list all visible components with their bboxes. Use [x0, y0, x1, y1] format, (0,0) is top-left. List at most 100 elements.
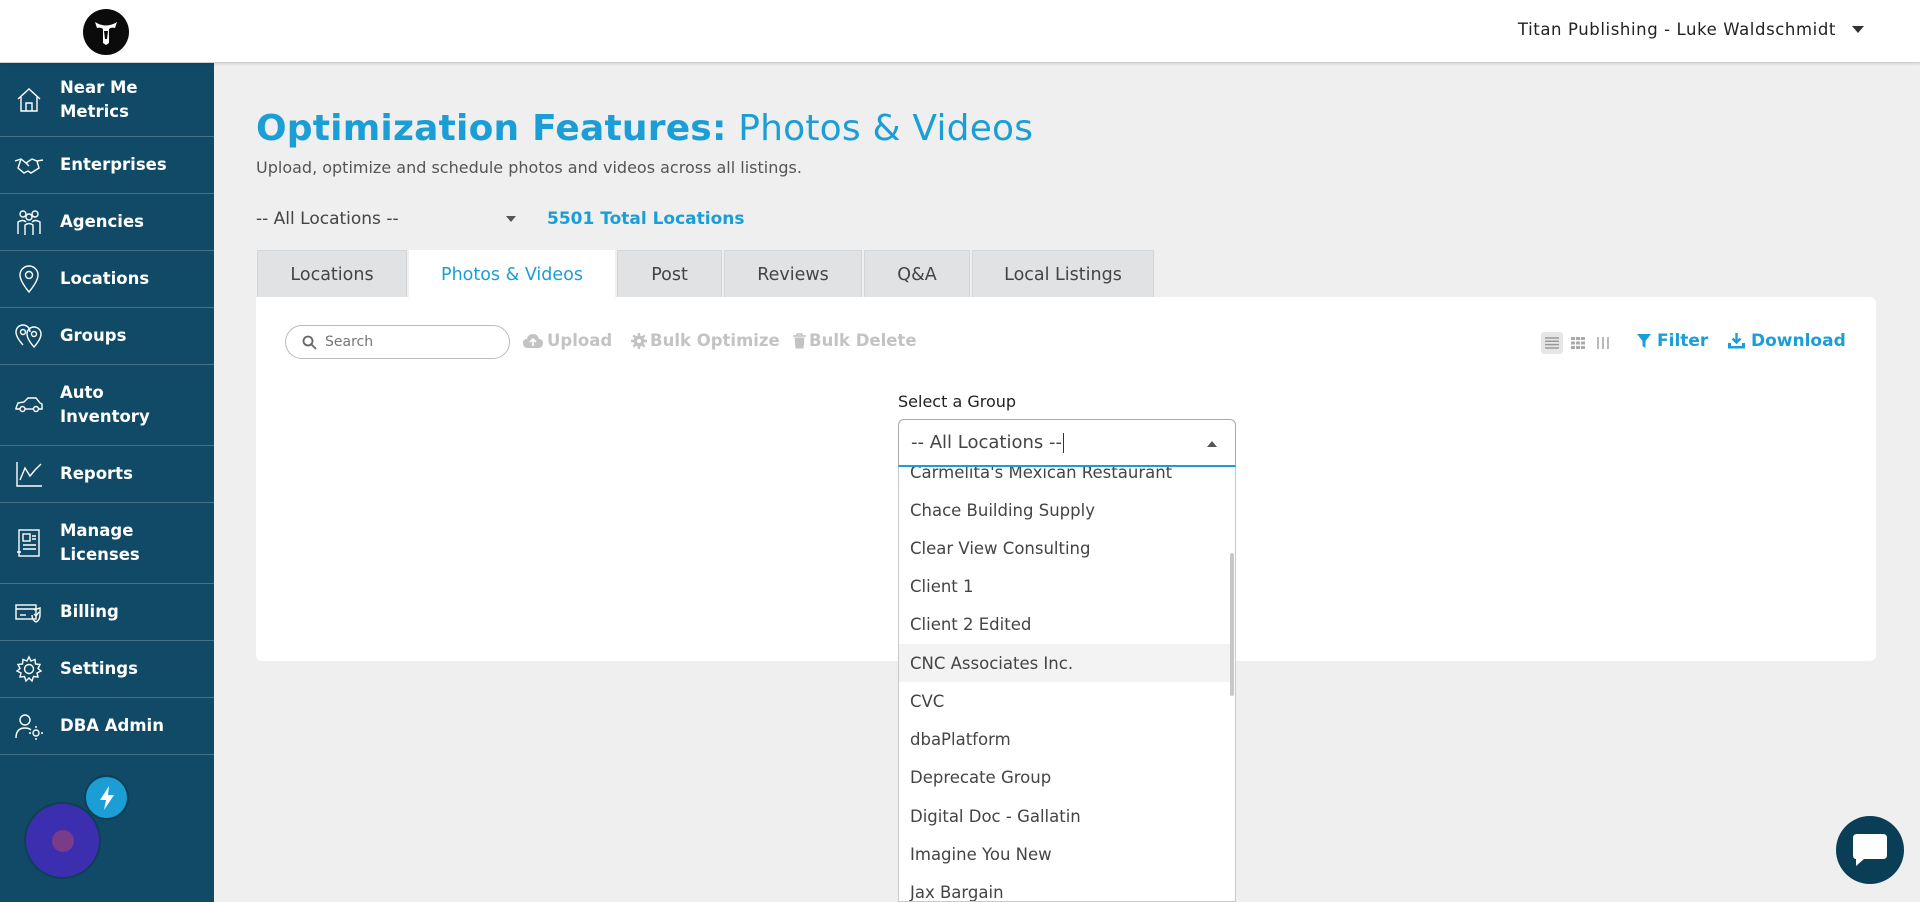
- dropdown-scrollbar[interactable]: [1230, 553, 1234, 696]
- account-menu[interactable]: Titan Publishing - Luke Waldschmidt: [1518, 20, 1864, 39]
- sidebar-item-manage-licenses[interactable]: Manage Licenses: [0, 503, 214, 584]
- orb-dot-icon: [51, 829, 74, 852]
- sidebar-item-label: Groups: [60, 326, 127, 345]
- top-bar: Titan Publishing - Luke Waldschmidt: [0, 0, 1920, 63]
- list-item[interactable]: Deprecate Group: [899, 758, 1231, 796]
- sidebar-item-groups[interactable]: Groups: [0, 308, 214, 365]
- chart-icon: [14, 459, 44, 489]
- download-icon: [1728, 333, 1745, 349]
- filter-icon: [1637, 333, 1651, 348]
- list-item[interactable]: Client 2 Edited: [899, 605, 1231, 643]
- sidebar-item-billing[interactable]: Billing: [0, 584, 214, 641]
- group-select-value: -- All Locations --: [911, 432, 1062, 453]
- bulk-optimize-button[interactable]: Bulk Optimize: [631, 331, 780, 350]
- car-icon: [14, 390, 44, 420]
- list-item[interactable]: dbaPlatform: [899, 720, 1231, 758]
- column-view-toggle[interactable]: [1592, 332, 1614, 354]
- list-item[interactable]: Carmelita's Mexican Restaurant: [899, 467, 1231, 491]
- map-pin-icon: [14, 264, 44, 294]
- list-item-highlighted[interactable]: CNC Associates Inc.: [899, 644, 1231, 682]
- sidebar-item-label: Billing: [60, 602, 119, 621]
- tab-local-listings[interactable]: Local Listings: [972, 250, 1154, 298]
- download-label: Download: [1751, 331, 1846, 351]
- license-icon: [14, 528, 44, 558]
- trash-icon: [793, 332, 806, 348]
- list-item[interactable]: Client 1: [899, 567, 1231, 605]
- tab-photos-videos[interactable]: Photos & Videos: [409, 250, 615, 298]
- list-item[interactable]: Clear View Consulting: [899, 529, 1231, 567]
- bulk-delete-label: Bulk Delete: [809, 331, 917, 350]
- location-select-value: -- All Locations --: [256, 209, 399, 229]
- list-item[interactable]: CVC: [899, 682, 1231, 720]
- billing-icon: [14, 597, 44, 627]
- handshake-icon: [14, 150, 44, 180]
- upload-button[interactable]: Upload: [522, 331, 612, 350]
- sidebar-item-label: Manage Licenses: [60, 521, 140, 564]
- sidebar-item-label: Enterprises: [60, 155, 167, 174]
- filter-button[interactable]: Filter: [1637, 331, 1708, 351]
- group-dropdown-list[interactable]: Carmelita's Mexican Restaurant Chace Bui…: [898, 467, 1236, 902]
- sidebar-item-label: Locations: [60, 269, 150, 288]
- sidebar-item-agencies[interactable]: Agencies: [0, 194, 214, 251]
- sidebar-item-label: Near Me Metrics: [60, 77, 138, 121]
- search-input[interactable]: [325, 334, 495, 350]
- cloud-upload-icon: [523, 333, 543, 348]
- admin-user-icon: [14, 711, 44, 741]
- lightning-icon: [99, 785, 114, 810]
- upload-label: Upload: [547, 331, 613, 350]
- sidebar-item-label: Settings: [60, 659, 138, 678]
- sidebar-item-label: DBA Admin: [60, 716, 164, 735]
- bulk-optimize-label: Bulk Optimize: [650, 331, 780, 350]
- list-item[interactable]: Imagine You New: [899, 835, 1231, 873]
- quick-action-bolt-button[interactable]: [84, 775, 129, 820]
- pins-group-icon: [14, 321, 44, 351]
- chevron-up-icon[interactable]: [1207, 441, 1217, 447]
- list-view-icon: [1545, 337, 1559, 349]
- total-locations-link[interactable]: 5501 Total Locations: [547, 209, 745, 229]
- assistant-orb-button[interactable]: [26, 804, 99, 877]
- chevron-down-icon: [1852, 26, 1864, 33]
- filter-label: Filter: [1657, 331, 1709, 351]
- tab-reviews[interactable]: Reviews: [724, 250, 862, 298]
- sidebar-item-locations[interactable]: Locations: [0, 251, 214, 308]
- download-button[interactable]: Download: [1728, 331, 1846, 351]
- list-item[interactable]: Digital Doc - Gallatin: [899, 797, 1231, 835]
- page-title: Optimization Features: Photos & Videos: [256, 108, 1033, 149]
- bulk-delete-button[interactable]: Bulk Delete: [793, 331, 917, 350]
- grid-view-toggle[interactable]: [1567, 332, 1589, 354]
- list-item[interactable]: Jax Bargain: [899, 873, 1231, 902]
- people-icon: [14, 207, 44, 237]
- search-box[interactable]: [285, 325, 510, 359]
- search-icon: [302, 335, 317, 350]
- brand-logo[interactable]: [83, 9, 129, 55]
- list-item[interactable]: Chace Building Supply: [899, 491, 1231, 529]
- group-select-label: Select a Group: [898, 392, 1017, 411]
- column-view-icon: [1597, 337, 1609, 349]
- location-select[interactable]: -- All Locations --: [256, 206, 520, 232]
- tab-locations[interactable]: Locations: [257, 250, 407, 298]
- group-select-input[interactable]: -- All Locations --: [898, 419, 1236, 467]
- sidebar-item-auto-inventory[interactable]: Auto Inventory: [0, 365, 214, 446]
- list-view-toggle[interactable]: [1541, 332, 1563, 354]
- page-title-light: Photos & Videos: [738, 108, 1034, 149]
- sidebar-item-enterprises[interactable]: Enterprises: [0, 137, 214, 194]
- account-label: Titan Publishing - Luke Waldschmidt: [1517, 20, 1836, 39]
- sidebar-item-label: Auto Inventory: [60, 383, 150, 426]
- chat-button[interactable]: [1836, 816, 1904, 884]
- sidebar-item-label: Agencies: [60, 212, 144, 231]
- sidebar-item-label: Reports: [60, 464, 133, 483]
- sidebar-item-reports[interactable]: Reports: [0, 446, 214, 503]
- tab-qa[interactable]: Q&A: [864, 250, 970, 298]
- feature-tabs: Locations Photos & Videos Post Reviews Q…: [257, 250, 1156, 298]
- sidebar-item-settings[interactable]: Settings: [0, 641, 214, 698]
- titan-logo-icon: [95, 22, 117, 45]
- gear-icon: [631, 332, 647, 349]
- chat-bubble-icon: [1853, 834, 1887, 866]
- tab-post[interactable]: Post: [617, 250, 722, 298]
- sidebar-item-dba-admin[interactable]: DBA Admin: [0, 698, 214, 755]
- home-icon: [14, 85, 44, 115]
- sidebar-item-near-me-metrics[interactable]: Near Me Metrics: [0, 63, 214, 137]
- page-subtitle: Upload, optimize and schedule photos and…: [256, 158, 802, 177]
- chevron-down-icon: [506, 216, 516, 222]
- text-cursor: [1062, 432, 1064, 453]
